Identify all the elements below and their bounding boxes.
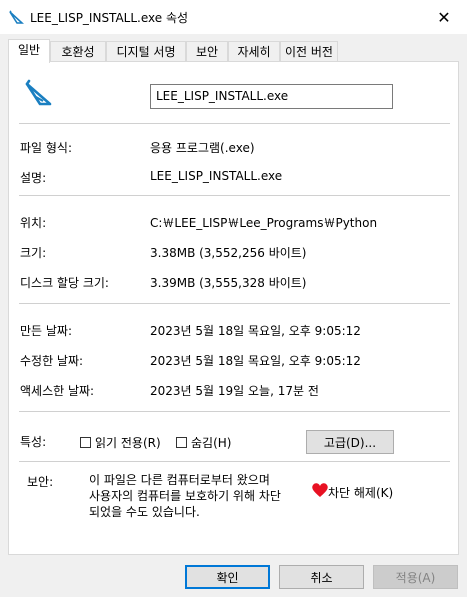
tab-digital-signature[interactable]: 디지털 서명	[106, 41, 186, 61]
checkbox-box[interactable]	[80, 437, 91, 448]
advanced-button[interactable]: 고급(D)...	[306, 430, 394, 454]
security-message: 이 파일은 다른 컴퓨터로부터 왔으며 사용자의 컴퓨터를 보호하기 위해 차단…	[89, 472, 304, 520]
apply-button[interactable]: 적용(A)	[373, 565, 458, 589]
cancel-button[interactable]: 취소	[279, 565, 364, 589]
checkbox-box[interactable]	[176, 437, 187, 448]
security-line: 이 파일은 다른 컴퓨터로부터 왔으며	[89, 473, 270, 487]
file-type-label: 파일 형식:	[20, 141, 73, 155]
divider	[19, 123, 450, 124]
description-value: LEE_LISP_INSTALL.exe	[150, 169, 283, 183]
tab-compatibility[interactable]: 호환성	[50, 41, 106, 61]
description-label: 설명:	[20, 171, 47, 185]
location-label: 위치:	[20, 216, 47, 230]
hidden-label: 숨김(H)	[191, 436, 232, 450]
attributes-label: 특성:	[20, 435, 47, 449]
file-icon	[25, 79, 52, 106]
hidden-checkbox[interactable]: 숨김(H)	[176, 434, 231, 451]
size-on-disk-value: 3.39MB (3,555,328 바이트)	[150, 276, 307, 290]
created-label: 만든 날짜:	[20, 324, 73, 338]
general-panel: LEE_LISP_INSTALL.exe 파일 형식: 응용 프로그램(.exe…	[8, 61, 459, 555]
app-icon	[9, 10, 24, 24]
divider	[19, 195, 450, 196]
divider	[19, 411, 450, 412]
created-value: 2023년 5월 18일 목요일, 오후 9:05:12	[150, 324, 361, 338]
security-line: 사용자의 컴퓨터를 보호하기 위해 차단	[89, 489, 281, 503]
close-button[interactable]: ✕	[421, 0, 467, 34]
unblock-checkbox-heart-mark[interactable]	[310, 480, 330, 500]
tab-previous-versions[interactable]: 이전 버전	[280, 41, 338, 61]
title-bar: LEE_LISP_INSTALL.exe 속성 ✕	[0, 0, 467, 34]
tab-general[interactable]: 일반	[8, 39, 50, 63]
divider	[19, 461, 450, 462]
readonly-label: 읽기 전용(R)	[95, 436, 161, 450]
location-value: C:￦LEE_LISP￦Lee_Programs￦Python	[150, 216, 378, 230]
tab-details[interactable]: 자세히	[228, 41, 280, 61]
size-label: 크기:	[20, 246, 47, 260]
tab-security[interactable]: 보안	[186, 41, 228, 61]
security-label: 보안:	[27, 475, 54, 489]
unblock-label[interactable]: 차단 해제(K)	[328, 484, 393, 501]
modified-label: 수정한 날짜:	[20, 354, 84, 368]
window-title: LEE_LISP_INSTALL.exe 속성	[30, 11, 189, 25]
size-on-disk-label: 디스크 할당 크기:	[20, 276, 109, 290]
file-type-value: 응용 프로그램(.exe)	[150, 141, 255, 155]
readonly-checkbox[interactable]: 읽기 전용(R)	[80, 434, 161, 451]
size-value: 3.38MB (3,552,256 바이트)	[150, 246, 307, 260]
accessed-value: 2023년 5월 19일 오늘, 17분 전	[150, 384, 319, 398]
ok-button[interactable]: 확인	[185, 565, 270, 589]
security-line: 되었을 수도 있습니다.	[89, 505, 200, 519]
filename-field[interactable]: LEE_LISP_INSTALL.exe	[150, 84, 393, 109]
divider	[19, 303, 450, 304]
accessed-label: 액세스한 날짜:	[20, 384, 95, 398]
modified-value: 2023년 5월 18일 목요일, 오후 9:05:12	[150, 354, 361, 368]
